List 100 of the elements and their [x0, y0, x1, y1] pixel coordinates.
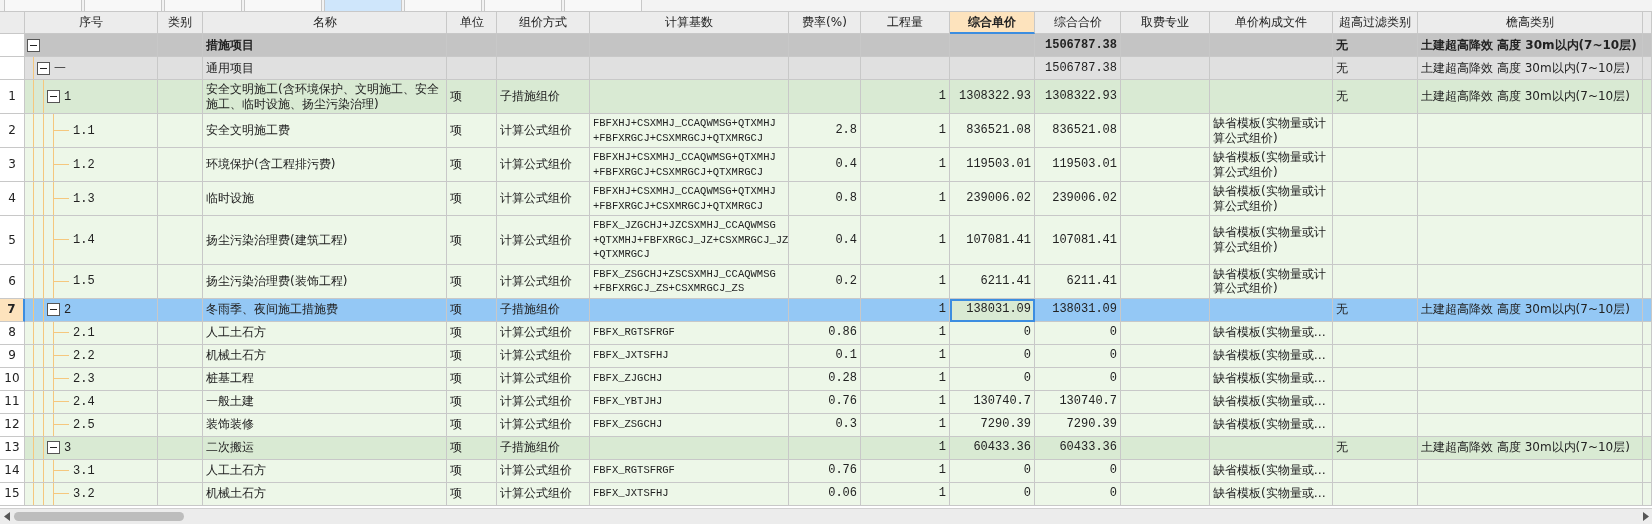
table-cell: 缺省模板(实物量或计算公式组价)	[1210, 264, 1333, 299]
table-cell: 人工土石方	[203, 321, 447, 345]
tab[interactable]	[4, 0, 82, 12]
table-cell: 措施项目	[203, 34, 447, 57]
table-cell	[1643, 264, 1652, 299]
table-cell: 7290.39	[950, 413, 1035, 437]
sequence-number: 1.2	[73, 157, 95, 172]
table-cell: FBFX_JZGCHJ+JZCSXMHJ_CCAQWMSG +QTXMHJ+FBFXRGCJ_JZ+CSXMRGCJ_JZ +QTXMRGCJ	[590, 216, 789, 265]
tab[interactable]	[244, 0, 322, 12]
column-header: 类别	[158, 12, 203, 34]
column-header: 综合单价	[950, 12, 1035, 34]
table-cell: 计算公式组价	[497, 321, 590, 345]
table-cell	[447, 34, 497, 57]
tree-connector	[53, 401, 69, 402]
table-cell: 1	[861, 344, 950, 368]
table-cell: 项	[447, 459, 497, 483]
table-cell: FBFXHJ+CSXMHJ_CCAQWMSG+QTXMHJ +FBFXRGCJ+CSXMRGCJ+QTXMRGCJ	[590, 182, 789, 216]
scrollbar-thumb[interactable]	[14, 512, 184, 521]
tree-connector	[53, 280, 69, 282]
collapse-icon[interactable]	[47, 303, 60, 316]
table-cell: 6	[0, 264, 25, 299]
tab[interactable]	[164, 0, 242, 12]
table-cell: FBFX_ZSGCHJ+ZSCSXMHJ_CCAQWMSG +FBFXRGCJ_ZS+CSXMRGCJ_ZS	[590, 264, 789, 299]
collapse-icon[interactable]	[47, 441, 60, 454]
sequence-number: 2.3	[73, 371, 95, 386]
collapse-icon[interactable]	[47, 90, 60, 103]
table-cell: 0	[950, 482, 1035, 506]
table-cell: 计算公式组价	[497, 264, 590, 299]
sequence-number: 一	[54, 60, 66, 77]
collapse-icon[interactable]	[37, 61, 50, 75]
table-cell: 无	[1333, 34, 1418, 57]
table-cell: 60433.36	[950, 436, 1035, 460]
table-cell: 1	[861, 459, 950, 483]
table-cell: 7	[0, 298, 25, 322]
table-cell	[1643, 436, 1652, 460]
table-cell: 1308322.93	[1035, 80, 1121, 114]
table-cell: 0.28	[789, 367, 861, 391]
table-cell: 0.06	[789, 482, 861, 506]
table-cell: 1	[861, 482, 950, 506]
table-cell: 1	[861, 148, 950, 182]
table-cell: 缺省模板(实物量或…	[1210, 459, 1333, 483]
table-cell	[789, 436, 861, 460]
table-cell: 0	[950, 321, 1035, 345]
sequence-number: 3.1	[73, 463, 95, 478]
table-cell: 项	[447, 114, 497, 148]
table-cell: 项	[447, 367, 497, 391]
column-header: 工程量	[861, 12, 950, 34]
table-cell: 计算公式组价	[497, 182, 590, 216]
table-cell: 4	[0, 182, 25, 216]
tree-connector	[53, 493, 69, 494]
table-cell: 缺省模板(实物量或…	[1210, 390, 1333, 414]
table-cell: 0	[1035, 321, 1121, 345]
table-cell: 138031.09	[1035, 298, 1121, 322]
table-cell: 项	[447, 390, 497, 414]
table-cell: 1506787.38	[1035, 57, 1121, 80]
collapse-icon[interactable]	[27, 38, 40, 52]
horizontal-scrollbar[interactable]	[0, 508, 1652, 524]
tab[interactable]	[324, 0, 402, 12]
table-cell: 1	[861, 216, 950, 265]
table-cell: 装饰装修	[203, 413, 447, 437]
table-cell: 0.4	[789, 216, 861, 265]
table-cell: 项	[447, 436, 497, 460]
table-cell: 项	[447, 344, 497, 368]
scroll-left-icon[interactable]	[4, 512, 10, 521]
table-cell: 桩基工程	[203, 367, 447, 391]
column-header: 综合合价	[1035, 12, 1121, 34]
table-cell: 无	[1333, 80, 1418, 114]
table-cell: 项	[447, 182, 497, 216]
tree-connector	[53, 355, 69, 356]
scroll-right-icon[interactable]	[1643, 512, 1649, 521]
table-cell: 计算公式组价	[497, 344, 590, 368]
sequence-number: 2.2	[73, 348, 95, 363]
table-cell: 60433.36	[1035, 436, 1121, 460]
tab[interactable]	[484, 0, 562, 12]
table-cell: 一般土建	[203, 390, 447, 414]
table-cell: 119503.01	[1035, 148, 1121, 182]
table-cell: 107081.41	[950, 216, 1035, 265]
table-cell: 计算公式组价	[497, 459, 590, 483]
tab[interactable]	[404, 0, 482, 12]
table-cell: 缺省模板(实物量或计算公式组价)	[1210, 216, 1333, 265]
table-cell: 12	[0, 413, 25, 437]
table-cell: 无	[1333, 298, 1418, 322]
table-cell: 0	[950, 367, 1035, 391]
sequence-number: 2	[64, 302, 72, 317]
sequence-number: 2.5	[73, 417, 95, 432]
table-cell: FBFX_ZJGCHJ	[590, 367, 789, 391]
table-cell	[1643, 482, 1652, 506]
table-cell: 0	[1035, 482, 1121, 506]
table-cell: 二次搬运	[203, 436, 447, 460]
table-cell: 缺省模板(实物量或…	[1210, 367, 1333, 391]
table-cell: 土建超高降效 高度 30m以内(7~10层)	[1418, 57, 1643, 80]
table-cell	[789, 80, 861, 114]
table-cell: 5	[0, 216, 25, 265]
sequence-number: 1.1	[73, 123, 95, 138]
column-header: 单位	[447, 12, 497, 34]
sequence-number: 1.4	[73, 232, 95, 247]
tab[interactable]	[84, 0, 162, 12]
tab[interactable]	[564, 0, 642, 12]
table-cell: 扬尘污染治理费(建筑工程)	[203, 216, 447, 265]
table-cell: 0.8	[789, 182, 861, 216]
